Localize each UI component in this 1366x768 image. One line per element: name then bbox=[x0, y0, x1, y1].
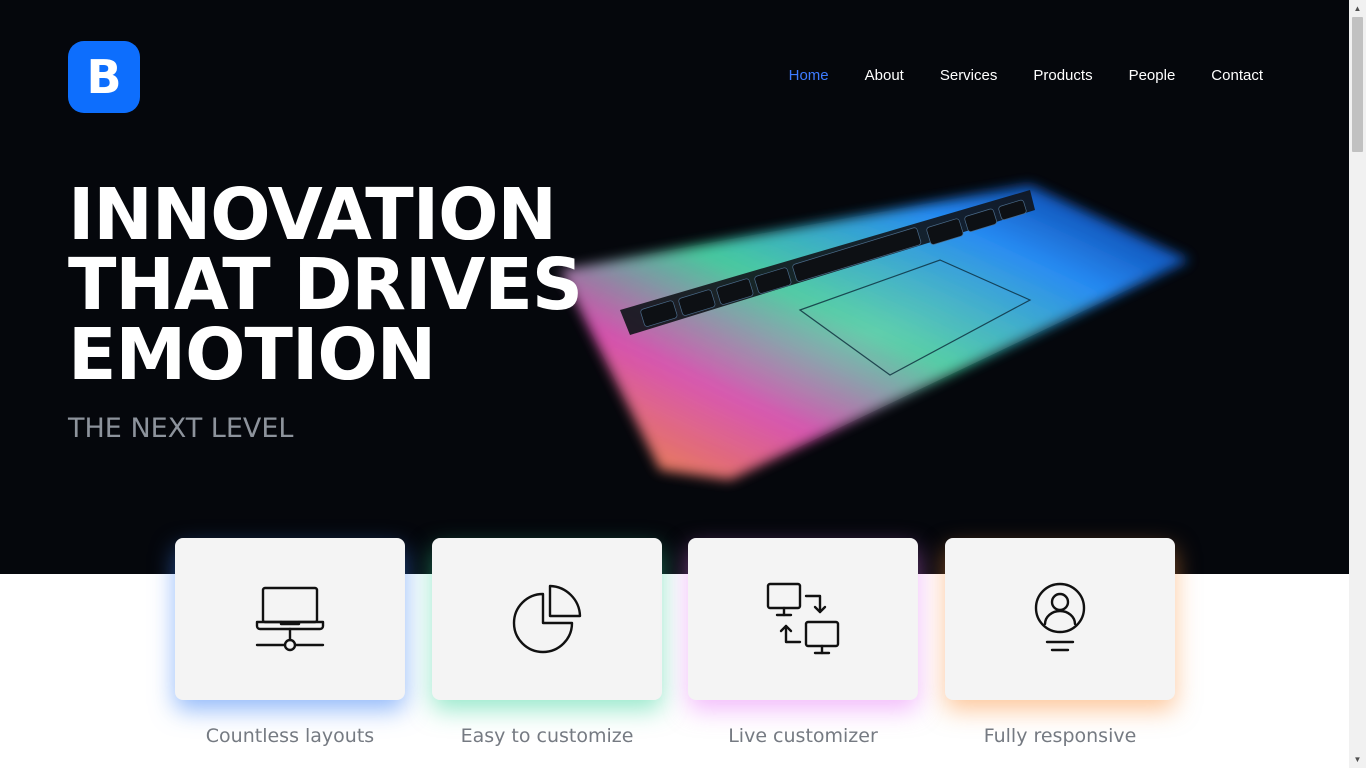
monitor-sync-icon bbox=[766, 582, 840, 655]
brand-logo[interactable]: B bbox=[68, 41, 140, 113]
pie-chart-icon bbox=[512, 584, 582, 654]
feature-card[interactable] bbox=[432, 538, 662, 700]
scroll-up-arrow-icon[interactable]: ▲ bbox=[1349, 0, 1366, 17]
headline-line-1: INNOVATION bbox=[68, 173, 557, 256]
feature-card[interactable] bbox=[175, 538, 405, 700]
feature-label: Live customizer bbox=[728, 725, 878, 747]
feature-label: Countless layouts bbox=[205, 725, 375, 747]
nav-home[interactable]: Home bbox=[789, 66, 829, 86]
headline-line-2: THAT DRIVES bbox=[68, 243, 583, 326]
feature-card[interactable] bbox=[688, 538, 918, 700]
hero-section: B Home About Services Products People Co… bbox=[0, 0, 1349, 574]
scroll-down-arrow-icon[interactable]: ▼ bbox=[1349, 751, 1366, 768]
user-profile-icon bbox=[1034, 582, 1086, 652]
nav-contact[interactable]: Contact bbox=[1211, 66, 1263, 86]
feature-easy-to-customize: Easy to customize bbox=[432, 538, 662, 748]
main-nav: Home About Services Products People Cont… bbox=[753, 66, 1263, 86]
feature-label: Fully responsive bbox=[983, 725, 1137, 747]
hero-headline: INNOVATION THAT DRIVES EMOTION bbox=[68, 173, 628, 396]
hero-subheading: THE NEXT LEVEL bbox=[68, 413, 294, 444]
nav-products[interactable]: Products bbox=[1033, 66, 1092, 86]
page-scrollbar[interactable]: ▲ ▼ bbox=[1349, 0, 1366, 768]
feature-card[interactable] bbox=[945, 538, 1175, 700]
nav-services[interactable]: Services bbox=[940, 66, 998, 86]
logo-letter: B bbox=[86, 50, 122, 104]
feature-fully-responsive: Fully responsive bbox=[945, 538, 1175, 748]
headline-line-3: EMOTION bbox=[68, 313, 436, 396]
scrollbar-thumb[interactable] bbox=[1352, 17, 1363, 152]
nav-about[interactable]: About bbox=[865, 66, 904, 86]
feature-label: Easy to customize bbox=[460, 725, 634, 747]
laptop-network-icon bbox=[255, 586, 325, 652]
nav-people[interactable]: People bbox=[1129, 66, 1176, 86]
feature-live-customizer: Live customizer bbox=[688, 538, 918, 748]
features-section: Countless layouts Easy to customize Live… bbox=[175, 538, 1175, 768]
feature-countless-layouts: Countless layouts bbox=[175, 538, 405, 748]
